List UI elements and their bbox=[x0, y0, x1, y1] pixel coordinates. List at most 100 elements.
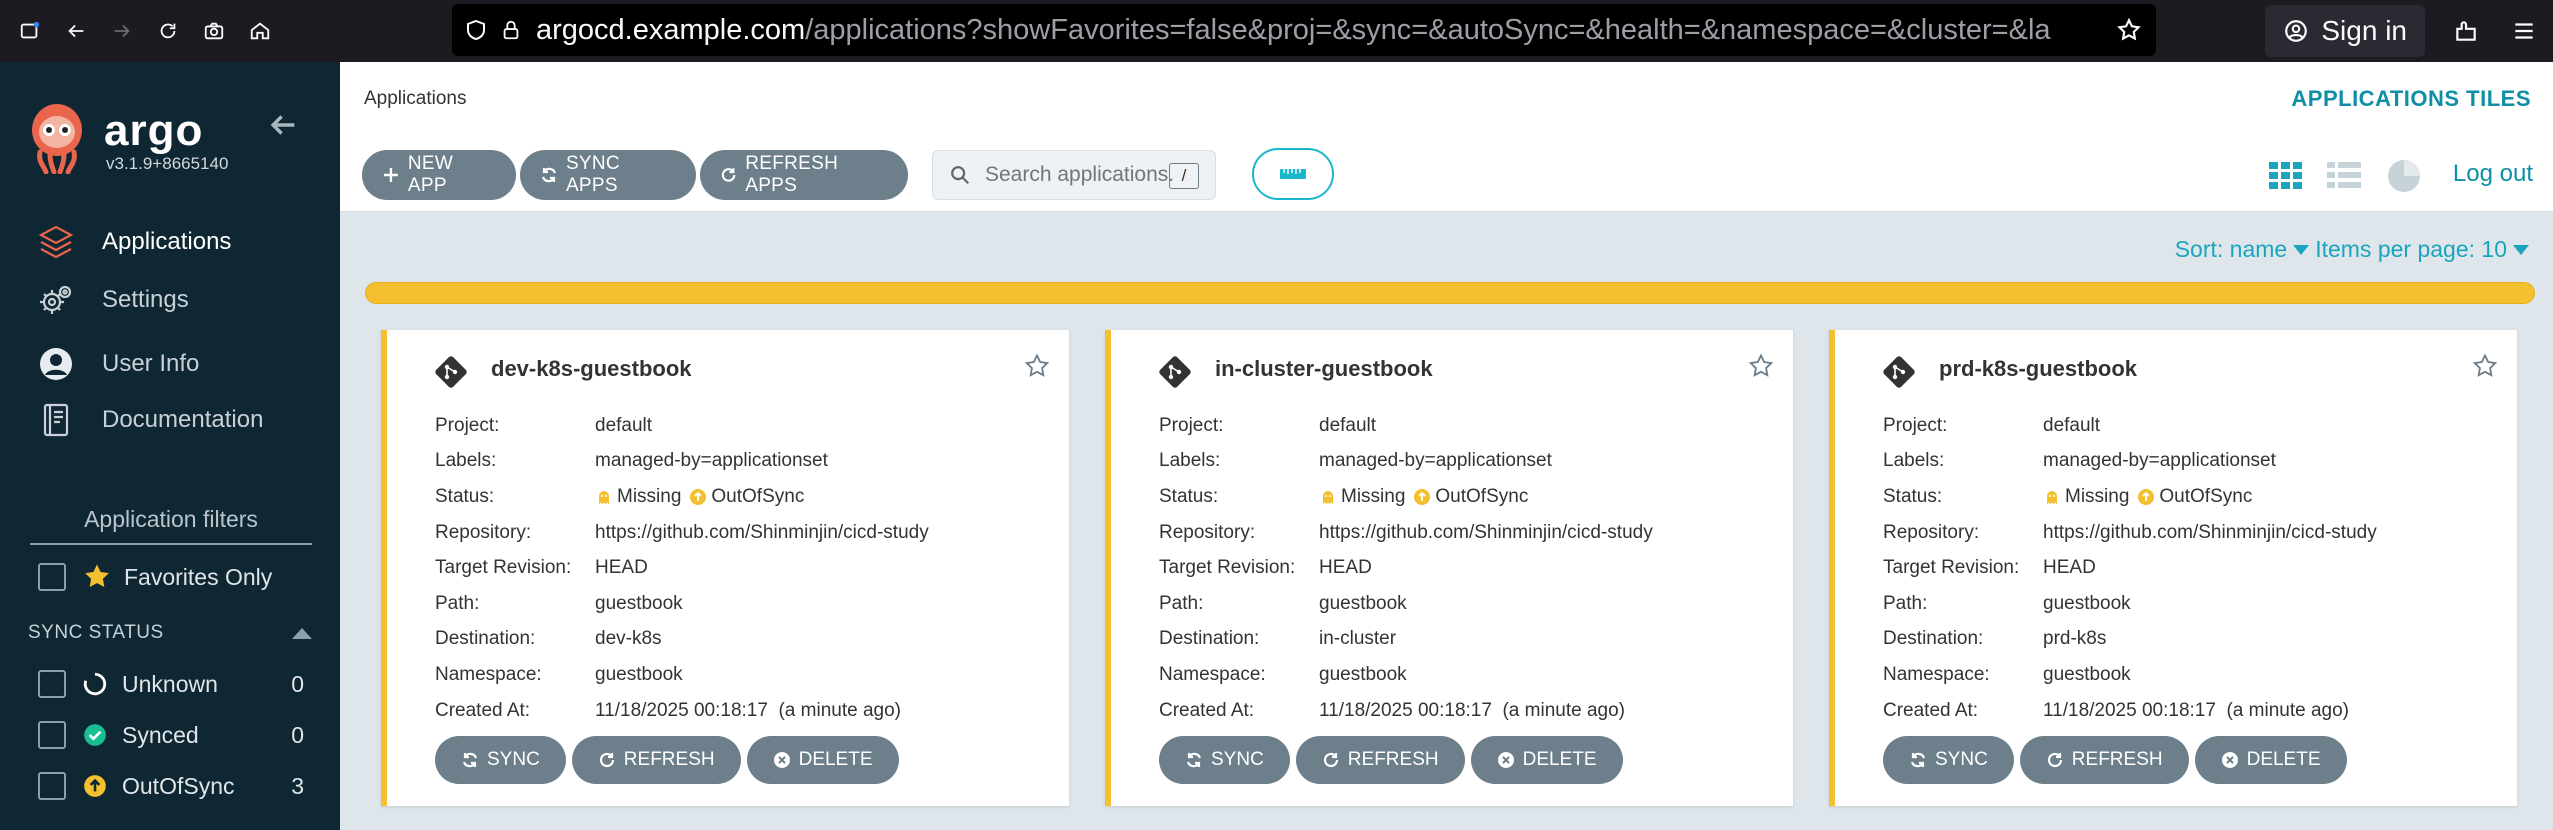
delete-button[interactable]: DELETE bbox=[746, 736, 899, 784]
application-card[interactable]: in-cluster-guestbook Project: default Lab… bbox=[1105, 330, 1793, 806]
summary-pie-icon[interactable] bbox=[2384, 156, 2424, 196]
delete-circle-icon bbox=[1497, 752, 1514, 768]
application-name[interactable]: in-cluster-guestbook bbox=[1215, 356, 1433, 382]
field-value: 11/18/2025 00:18:17 (a minute ago) bbox=[595, 699, 901, 721]
field-namespace: Namespace: guestbook bbox=[1883, 657, 2377, 693]
application-name[interactable]: dev-k8s-guestbook bbox=[491, 356, 692, 382]
new-app-button[interactable]: NEW APP bbox=[362, 150, 516, 200]
search-input[interactable] bbox=[985, 163, 1175, 187]
items-per-page-dropdown[interactable]: Items per page: 10 bbox=[2315, 236, 2507, 263]
field-key: Repository: bbox=[1159, 521, 1256, 543]
refresh-button[interactable]: REFRESH bbox=[2019, 736, 2189, 784]
filter-checkbox[interactable] bbox=[38, 772, 66, 800]
button-label: DELETE bbox=[2246, 749, 2321, 770]
filter-checkbox[interactable] bbox=[38, 721, 66, 749]
url-text[interactable]: argocd.example.com/applications?showFavo… bbox=[536, 14, 2096, 47]
application-card[interactable]: prd-k8s-guestbook Project: default Labels… bbox=[1829, 330, 2517, 806]
field-key: Namespace: bbox=[1883, 663, 1990, 685]
address-bar[interactable]: argocd.example.com/applications?showFavo… bbox=[452, 4, 2156, 56]
button-label: SYNC bbox=[487, 749, 540, 770]
extensions-icon[interactable] bbox=[2451, 16, 2481, 46]
repository-link[interactable]: https://github.com/Shinminjin/cicd-study bbox=[1319, 522, 1653, 544]
nav-documentation[interactable]: Documentation bbox=[36, 400, 263, 440]
page-title: APPLICATIONS TILES bbox=[2291, 86, 2531, 111]
repository-link[interactable]: https://github.com/Shinminjin/cicd-study bbox=[2043, 522, 2377, 544]
field-key: Labels: bbox=[1883, 450, 1945, 472]
field-value: guestbook bbox=[1319, 592, 1407, 614]
collapse-sidebar-icon[interactable] bbox=[266, 108, 300, 142]
sync-status-label: SYNC STATUS bbox=[28, 622, 164, 643]
field-key: Path: bbox=[435, 592, 480, 614]
delete-button[interactable]: DELETE bbox=[2194, 736, 2347, 784]
list-view-icon[interactable] bbox=[2324, 156, 2364, 196]
tab-overview-icon[interactable] bbox=[14, 15, 46, 47]
field-key: Project: bbox=[435, 414, 500, 436]
favorite-star-icon[interactable] bbox=[1747, 352, 1775, 380]
argo-octopus-logo bbox=[32, 104, 82, 174]
missing-ghost-icon bbox=[1323, 490, 1333, 504]
screenshot-icon[interactable] bbox=[198, 15, 230, 47]
out-of-sync-icon bbox=[1414, 488, 1431, 505]
sync-status-header[interactable]: SYNC STATUS bbox=[28, 622, 312, 644]
search-shortcut-key: / bbox=[1169, 163, 1199, 189]
back-icon[interactable] bbox=[60, 15, 92, 47]
nav-settings[interactable]: Settings bbox=[36, 280, 189, 320]
filter-toggle-button[interactable] bbox=[1252, 148, 1334, 200]
refresh-button[interactable]: REFRESH bbox=[1295, 736, 1465, 784]
items-per-page-caret-icon[interactable] bbox=[2513, 244, 2529, 255]
bookmark-star-icon[interactable] bbox=[2116, 17, 2142, 43]
field-value: default bbox=[2043, 414, 2101, 436]
favorites-checkbox[interactable] bbox=[38, 563, 66, 591]
button-label: DELETE bbox=[1522, 749, 1597, 770]
field-key: Repository: bbox=[435, 521, 532, 543]
search-box[interactable]: / bbox=[932, 150, 1216, 200]
plus-icon bbox=[383, 168, 398, 182]
field-key: Status: bbox=[1159, 485, 1219, 507]
forward-icon[interactable] bbox=[106, 15, 138, 47]
favorite-star-icon[interactable] bbox=[2471, 352, 2499, 380]
field-target-revision: Target Revision: HEAD bbox=[1159, 550, 1653, 586]
shield-icon[interactable] bbox=[464, 18, 488, 42]
favorite-star-icon[interactable] bbox=[1023, 352, 1051, 380]
filter-unknown[interactable]: Unknown 0 bbox=[38, 670, 304, 698]
repository-link[interactable]: https://github.com/Shinminjin/cicd-study bbox=[595, 522, 929, 544]
sync-button[interactable]: SYNC bbox=[1883, 736, 2014, 784]
sort-dropdown[interactable]: Sort: name bbox=[2175, 236, 2288, 263]
button-label: REFRESH bbox=[1347, 749, 1439, 770]
reload-icon[interactable] bbox=[152, 15, 184, 47]
missing-ghost-icon bbox=[2047, 490, 2057, 504]
field-path: Path: guestbook bbox=[435, 586, 929, 622]
delete-button[interactable]: DELETE bbox=[1470, 736, 1623, 784]
sync-button[interactable]: SYNC bbox=[435, 736, 566, 784]
field-created-at: Created At: 11/18/2025 00:18:17 (a minute… bbox=[1883, 693, 2377, 729]
filter-label: Unknown bbox=[122, 670, 218, 697]
sync-button[interactable]: SYNC bbox=[1159, 736, 1290, 784]
home-icon[interactable] bbox=[244, 15, 276, 47]
tiles-view-icon[interactable] bbox=[2266, 156, 2306, 196]
sync-apps-button[interactable]: SYNC APPS bbox=[520, 150, 696, 200]
collapse-caret-icon[interactable] bbox=[292, 627, 312, 639]
field-value: managed-by=applicationset bbox=[1319, 450, 1552, 472]
field-value: default bbox=[1319, 414, 1377, 436]
menu-icon[interactable] bbox=[2509, 16, 2539, 46]
filter-out-of-sync[interactable]: OutOfSync 3 bbox=[38, 772, 304, 800]
nav-user-info[interactable]: User Info bbox=[36, 344, 199, 384]
favorites-only-filter[interactable]: Favorites Only bbox=[38, 562, 272, 592]
field-namespace: Namespace: guestbook bbox=[435, 657, 929, 693]
application-name[interactable]: prd-k8s-guestbook bbox=[1939, 356, 2137, 382]
logout-link[interactable]: Log out bbox=[2453, 160, 2533, 188]
field-key: Destination: bbox=[1159, 628, 1260, 650]
refresh-apps-button[interactable]: REFRESH APPS bbox=[700, 150, 908, 200]
nav-applications[interactable]: Applications bbox=[36, 222, 231, 262]
sort-caret-icon[interactable] bbox=[2293, 244, 2310, 255]
refresh-button[interactable]: REFRESH bbox=[571, 736, 741, 784]
filter-synced[interactable]: Synced 0 bbox=[38, 721, 304, 749]
application-card[interactable]: dev-k8s-guestbook Project: default Labels… bbox=[381, 330, 1069, 806]
sign-in-button[interactable]: Sign in bbox=[2265, 5, 2425, 57]
filter-checkbox[interactable] bbox=[38, 670, 66, 698]
ruler-icon bbox=[1280, 169, 1306, 179]
user-circle-icon bbox=[40, 348, 72, 380]
layers-icon bbox=[38, 225, 74, 259]
breadcrumb[interactable]: Applications bbox=[364, 88, 466, 110]
lock-icon[interactable] bbox=[500, 19, 522, 41]
